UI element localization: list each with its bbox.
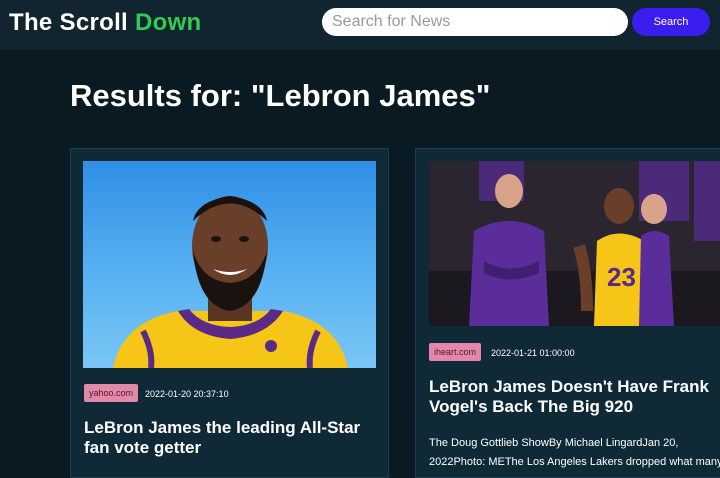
article-image[interactable] <box>83 161 376 368</box>
article-card[interactable]: yahoo.com 2022-01-20 20:37:10 LeBron Jam… <box>70 148 389 478</box>
article-card[interactable]: 23 iheart.com 2022-01-21 01:00:00 LeBron… <box>415 148 720 478</box>
brand-name-accent: Down <box>135 9 202 36</box>
top-nav-bar: The Scroll Down Search <box>0 0 720 50</box>
source-badge[interactable]: iheart.com <box>429 343 482 361</box>
search-input[interactable] <box>322 8 628 36</box>
site-logo[interactable]: The Scroll Down <box>9 9 202 37</box>
source-badge[interactable]: yahoo.com <box>84 384 139 402</box>
article-date: 2022-01-21 01:00:00 <box>491 348 575 358</box>
article-description: The Doug Gottlieb ShowBy Michael Lingard… <box>429 437 720 468</box>
search-button[interactable]: Search <box>632 8 710 36</box>
article-title[interactable]: LeBron James Doesn't Have Frank Vogel's … <box>429 377 719 417</box>
brand-name-main: The Scroll <box>9 9 135 36</box>
svg-text:23: 23 <box>607 262 636 292</box>
results-heading: Results for: "Lebron James" <box>70 78 491 113</box>
article-title[interactable]: LeBron James the leading All-Star fan vo… <box>84 418 369 458</box>
article-image[interactable]: 23 <box>429 161 720 326</box>
article-date: 2022-01-20 20:37:10 <box>145 389 229 399</box>
